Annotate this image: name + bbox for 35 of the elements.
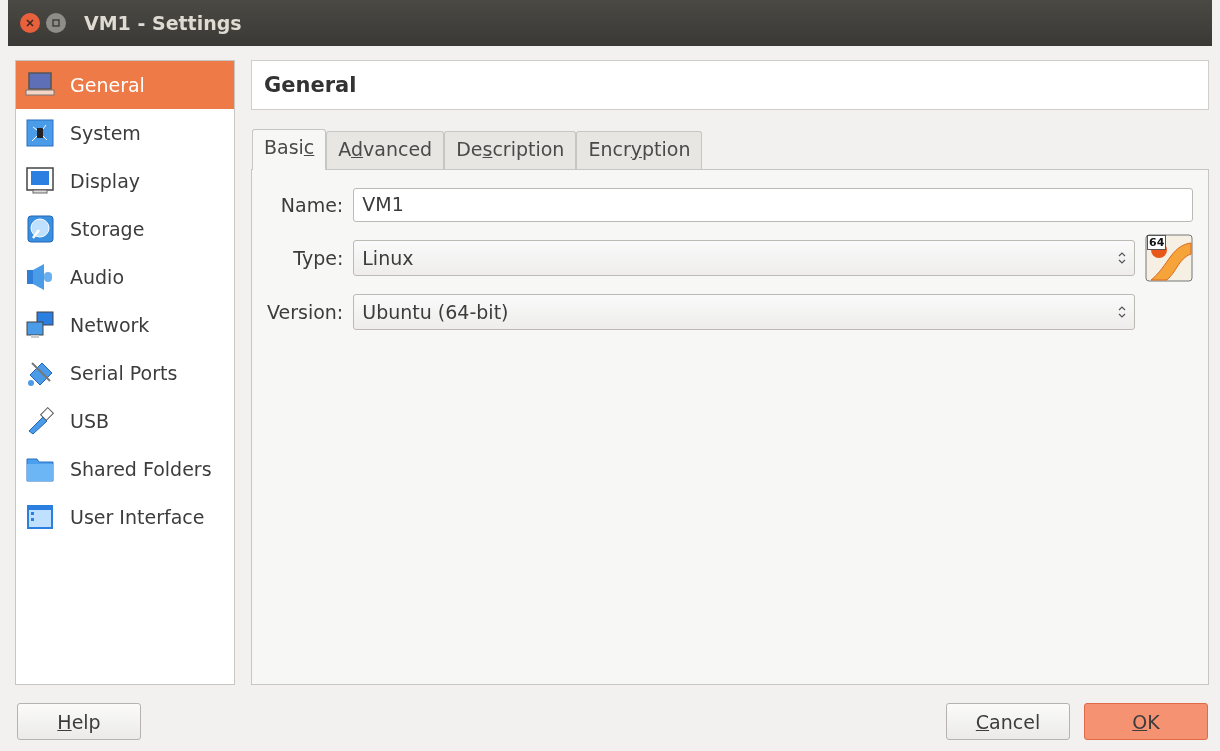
button[interactable]: Help: [17, 703, 141, 740]
tab[interactable]: Basic: [252, 129, 327, 170]
tab[interactable]: Encryption: [576, 131, 703, 169]
tab[interactable]: Advanced: [326, 131, 445, 169]
sidebar-item[interactable]: Network: [16, 301, 234, 349]
close-icon: [25, 18, 35, 28]
button[interactable]: OK: [1084, 703, 1208, 740]
maximize-icon: [51, 18, 61, 28]
os-icon: [1145, 234, 1193, 282]
button[interactable]: Cancel: [946, 703, 1070, 740]
page-title: General: [264, 73, 357, 97]
tab[interactable]: Description: [444, 131, 577, 169]
sidebar-item[interactable]: Serial Ports: [16, 349, 234, 397]
network-icon: [24, 309, 56, 341]
dropdown[interactable]: Ubuntu (64-bit): [353, 294, 1135, 330]
window-title: VM1 - Settings: [84, 12, 242, 34]
field-label: Type:: [292, 247, 344, 269]
spinner-icon: [1118, 305, 1126, 319]
maximize-button[interactable]: [46, 13, 66, 33]
sidebar-item[interactable]: Storage: [16, 205, 234, 253]
monitor-icon: [24, 165, 56, 197]
sidebar-item[interactable]: System: [16, 109, 234, 157]
dropdown[interactable]: Linux: [353, 240, 1135, 276]
close-button[interactable]: [20, 13, 40, 33]
chip-icon: [24, 117, 56, 149]
text-field[interactable]: VM1: [353, 188, 1193, 222]
field-label: Name:: [279, 194, 344, 216]
sidebar-item[interactable]: Audio: [16, 253, 234, 301]
sidebar-item[interactable]: Display: [16, 157, 234, 205]
sidebar-item[interactable]: USB: [16, 397, 234, 445]
field-label: Version:: [267, 301, 344, 323]
spinner-icon: [1118, 251, 1126, 265]
sidebar-item[interactable]: User Interface: [16, 493, 234, 541]
os-badge: 64: [1147, 235, 1167, 250]
sidebar-item[interactable]: Shared Folders: [16, 445, 234, 493]
